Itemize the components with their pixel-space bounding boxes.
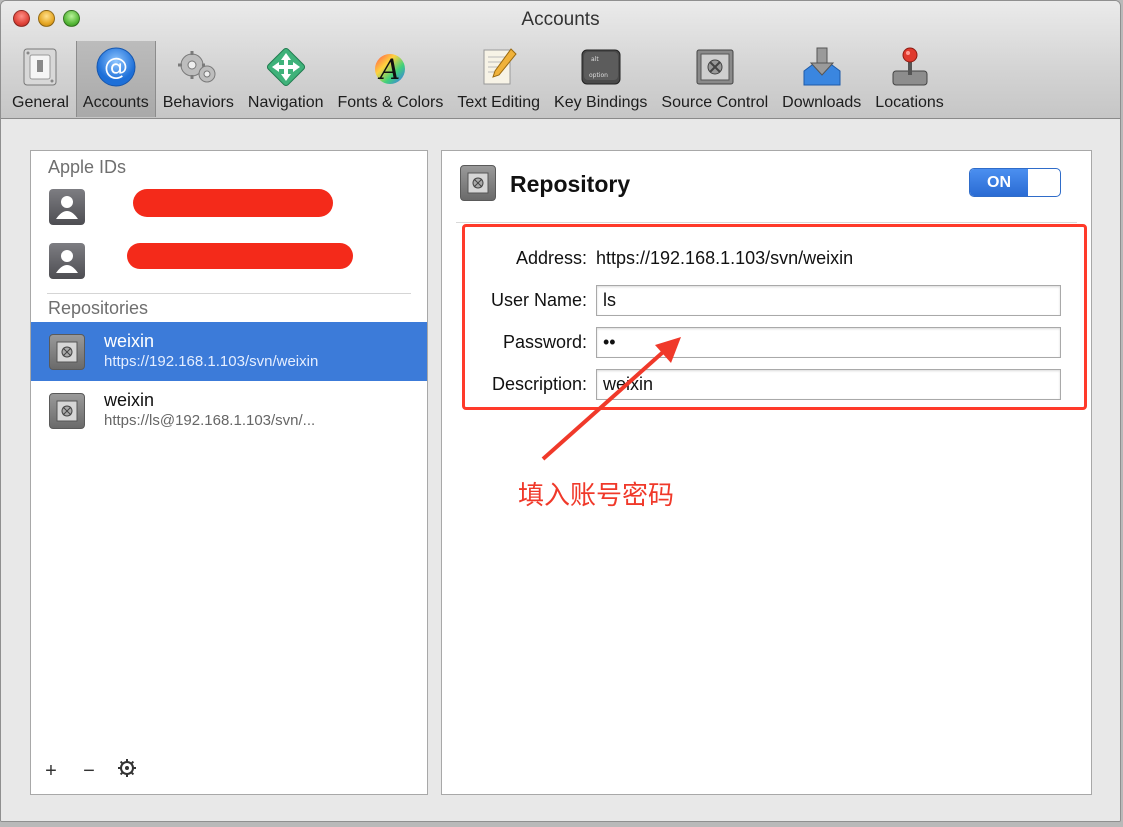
address-row: Address: https://192.168.1.103/svn/weixi…	[442, 239, 1091, 281]
address-value: https://192.168.1.103/svn/weixin	[596, 248, 854, 268]
apple-id-row[interactable]	[31, 181, 427, 235]
content-area: Apple IDs Repositories weixin https://19…	[1, 119, 1120, 821]
detail-title: Repository	[510, 171, 631, 197]
svg-text:A: A	[377, 53, 400, 86]
username-field[interactable]	[596, 285, 1061, 316]
repository-enabled-toggle[interactable]: ON	[969, 168, 1061, 197]
repository-detail: Repository ON Address: https://192.168.1…	[441, 150, 1092, 795]
toolbar-behaviors[interactable]: Behaviors	[156, 41, 241, 117]
password-row: Password:	[442, 323, 1091, 365]
detail-header: Repository ON	[456, 151, 1077, 223]
apple-ids-header: Apple IDs	[48, 157, 127, 177]
svg-text:@: @	[104, 53, 128, 81]
description-label: Description:	[491, 374, 587, 394]
svg-text:option: option	[589, 72, 608, 79]
toolbar-locations[interactable]: Locations	[868, 41, 951, 117]
toolbar-text-editing[interactable]: Text Editing	[450, 41, 547, 117]
password-field[interactable]	[596, 327, 1061, 358]
window-title: Accounts	[521, 9, 600, 30]
switch-icon	[17, 44, 63, 90]
gear-icon[interactable]	[117, 758, 137, 784]
password-label: Password:	[502, 332, 587, 352]
download-tray-icon	[799, 44, 845, 90]
repository-row[interactable]: weixin https://ls@192.168.1.103/svn/...	[31, 381, 427, 440]
joystick-icon	[887, 44, 933, 90]
repository-icon	[49, 393, 85, 429]
person-icon	[49, 243, 85, 279]
at-sign-icon: @	[93, 44, 139, 90]
preferences-toolbar: General @ Accounts Behaviors Navigation …	[5, 41, 951, 117]
pencil-paper-icon	[476, 44, 522, 90]
repository-form: Address: https://192.168.1.103/svn/weixi…	[442, 239, 1091, 407]
toolbar-general[interactable]: General	[5, 41, 76, 117]
repository-icon	[460, 165, 496, 201]
repositories-header: Repositories	[48, 298, 149, 318]
toolbar-navigation[interactable]: Navigation	[241, 41, 331, 117]
vault-icon	[692, 44, 738, 90]
redaction-mark	[127, 243, 353, 269]
repository-name: weixin	[104, 390, 155, 410]
navigation-arrows-icon	[263, 44, 309, 90]
username-label: User Name:	[490, 290, 587, 310]
person-icon	[49, 189, 85, 225]
toolbar-downloads[interactable]: Downloads	[775, 41, 868, 117]
toolbar-accounts[interactable]: @ Accounts	[75, 41, 156, 117]
toolbar-key-bindings[interactable]: alt option Key Bindings	[547, 41, 654, 117]
window-chrome: Accounts General @ Accounts Behaviors Na…	[1, 1, 1120, 119]
toggle-on-label: ON	[970, 169, 1028, 196]
svg-text:alt: alt	[591, 56, 599, 63]
redaction-mark	[133, 189, 333, 217]
repository-url: https://ls@192.168.1.103/svn/...	[104, 412, 316, 429]
gears-icon	[175, 44, 221, 90]
keyboard-key-icon: alt option	[578, 44, 624, 90]
repository-icon	[49, 334, 85, 370]
toolbar-fonts-colors[interactable]: A Fonts & Colors	[331, 41, 451, 117]
remove-account-button[interactable]: −	[79, 760, 99, 783]
address-label: Address:	[515, 248, 587, 268]
username-row: User Name:	[442, 281, 1091, 323]
repository-name: weixin	[104, 331, 155, 351]
accounts-list: Apple IDs Repositories weixin https://19…	[30, 150, 428, 795]
annotation-text: 填入账号密码	[518, 481, 675, 511]
repository-row-selected[interactable]: weixin https://192.168.1.103/svn/weixin	[31, 322, 427, 381]
list-footer: + −	[41, 758, 137, 784]
font-color-wheel-icon: A	[367, 44, 413, 90]
preferences-window: Accounts General @ Accounts Behaviors Na…	[0, 0, 1121, 822]
description-row: Description:	[442, 365, 1091, 407]
add-account-button[interactable]: +	[41, 760, 61, 783]
description-field[interactable]	[596, 369, 1061, 400]
apple-id-row[interactable]	[31, 235, 427, 289]
repository-url: https://192.168.1.103/svn/weixin	[104, 353, 319, 370]
toolbar-source-control[interactable]: Source Control	[654, 41, 775, 117]
